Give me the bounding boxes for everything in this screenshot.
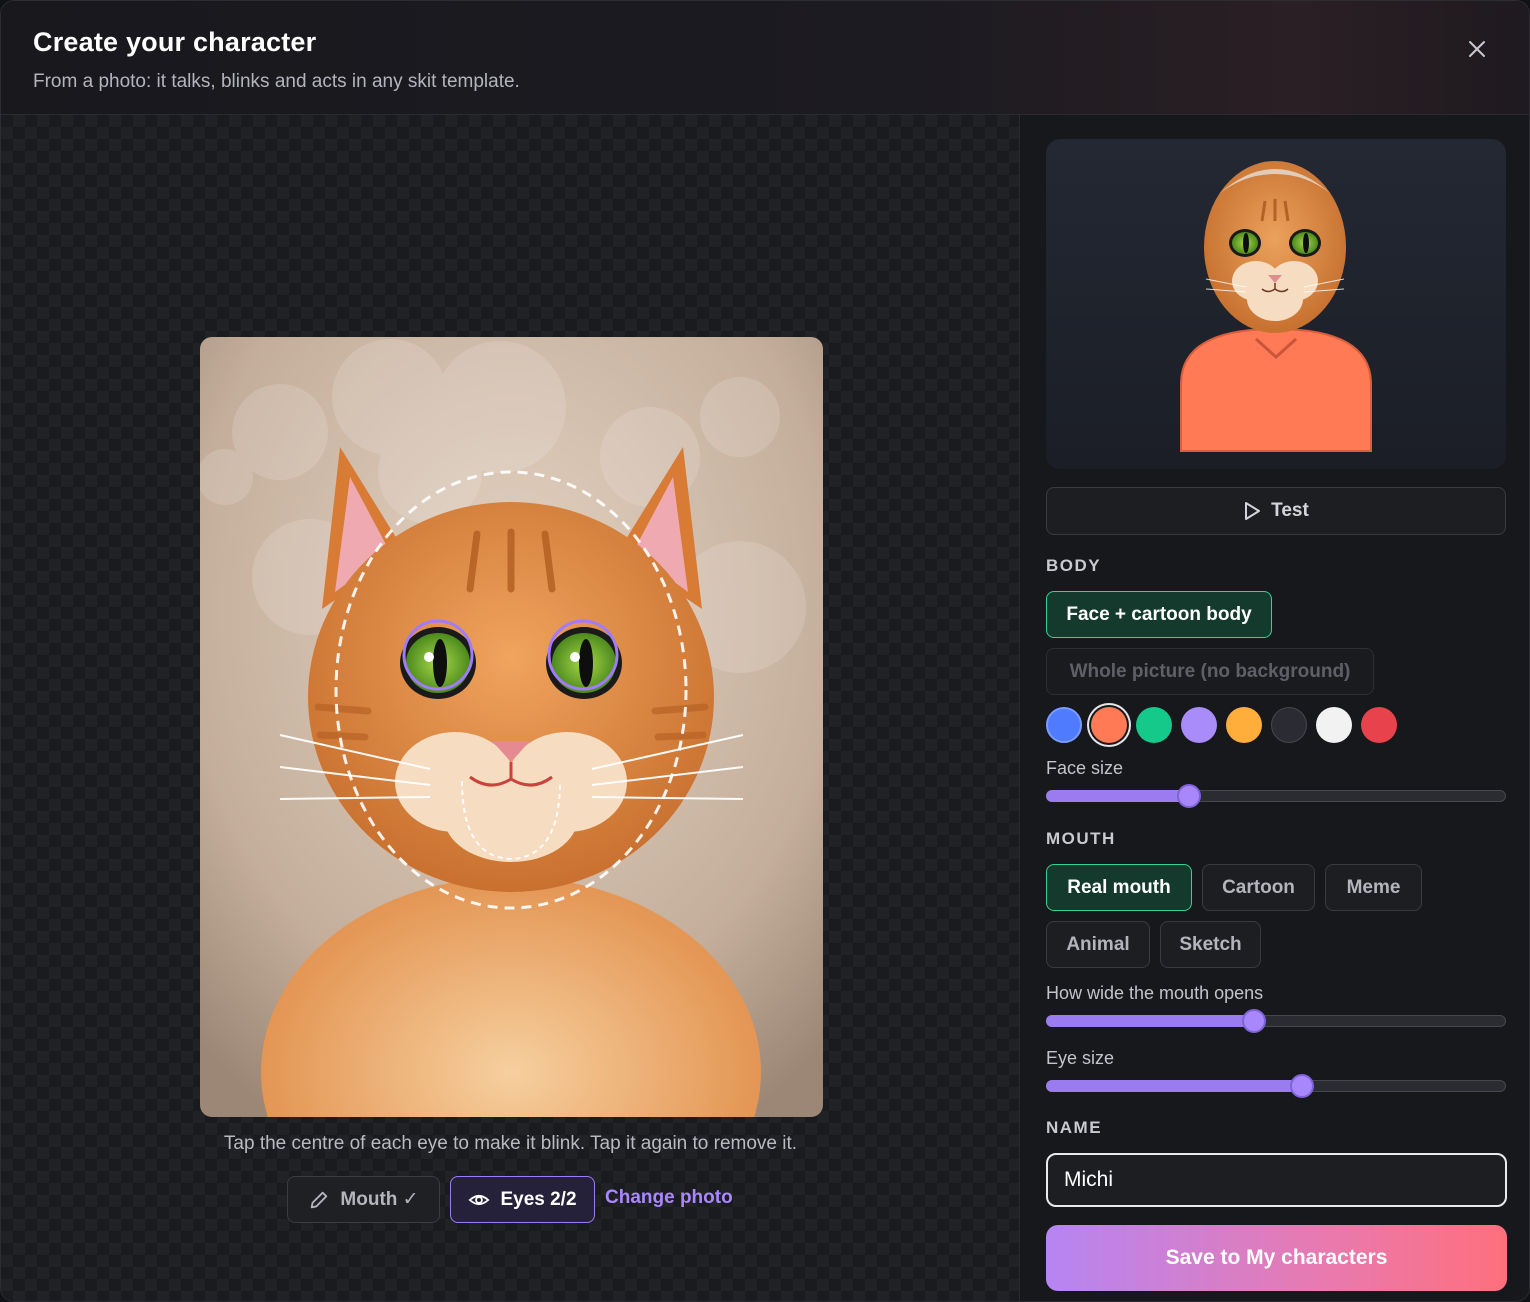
close-icon: [1469, 41, 1485, 57]
color-swatch-coral[interactable]: [1091, 707, 1127, 743]
eyes-tool-button[interactable]: Eyes 2/2: [450, 1176, 595, 1223]
right-eye-marker[interactable]: [546, 619, 622, 699]
mouth-option-real[interactable]: Real mouth: [1046, 864, 1192, 911]
mouth-option-sketch[interactable]: Sketch: [1160, 921, 1261, 968]
color-swatch-orange[interactable]: [1226, 707, 1262, 743]
mouth-option-animal[interactable]: Animal: [1046, 921, 1150, 968]
save-button[interactable]: Save to My characters: [1046, 1225, 1507, 1291]
create-character-dialog: Create your character From a photo: it t…: [0, 0, 1530, 1302]
change-photo-link[interactable]: Change photo: [605, 1187, 733, 1209]
mouth-open-label: How wide the mouth opens: [1046, 983, 1264, 1003]
name-section-label: NAME: [1046, 1118, 1103, 1137]
pencil-icon: [311, 1191, 328, 1208]
settings-panel: Test BODY Face + cartoon body Whole pict…: [1021, 115, 1529, 1301]
face-size-label: Face size: [1046, 758, 1124, 778]
eye-size-thumb[interactable]: [1290, 1074, 1315, 1098]
color-swatch-red[interactable]: [1361, 707, 1397, 743]
body-section-label: BODY: [1046, 556, 1102, 575]
test-button-label: Test: [1271, 500, 1309, 521]
cat-photo: [200, 337, 823, 1117]
mouth-option-cartoon[interactable]: Cartoon: [1202, 864, 1315, 911]
mouth-tool-label: Mouth ✓: [340, 1189, 419, 1210]
dialog-subtitle: From a photo: it talks, blinks and acts …: [33, 71, 520, 92]
face-size-slider[interactable]: [1046, 784, 1506, 808]
dialog-header: Create your character From a photo: it t…: [1, 1, 1529, 115]
eye-hint: Tap the centre of each eye to make it bl…: [223, 1133, 798, 1154]
preview-avatar: [1180, 161, 1372, 452]
color-swatch-purple[interactable]: [1181, 707, 1217, 743]
mouth-open-thumb[interactable]: [1242, 1009, 1267, 1033]
face-size-thumb[interactable]: [1176, 784, 1201, 808]
dialog-title: Create your character: [33, 27, 317, 57]
character-preview: [1046, 139, 1506, 469]
photo-editor: Tap the centre of each eye to make it bl…: [1, 115, 1020, 1301]
color-swatch-dark[interactable]: [1271, 707, 1307, 743]
close-button[interactable]: [1459, 31, 1495, 67]
play-icon: [1245, 502, 1261, 520]
color-swatch-white[interactable]: [1316, 707, 1352, 743]
body-option-face-cartoon[interactable]: Face + cartoon body: [1046, 591, 1272, 638]
photo-canvas[interactable]: [200, 337, 823, 1117]
body-option-whole-picture[interactable]: Whole picture (no background): [1046, 648, 1374, 695]
test-button[interactable]: Test: [1046, 487, 1506, 535]
color-swatch-green[interactable]: [1136, 707, 1172, 743]
mouth-option-meme[interactable]: Meme: [1325, 864, 1422, 911]
name-input[interactable]: [1046, 1153, 1507, 1207]
mouth-section-label: MOUTH: [1046, 829, 1116, 848]
mouth-tool-button[interactable]: Mouth ✓: [287, 1176, 440, 1223]
mouth-open-slider[interactable]: [1046, 1009, 1506, 1033]
eye-icon: [468, 1194, 490, 1205]
color-swatch-blue[interactable]: [1046, 707, 1082, 743]
eye-size-slider[interactable]: [1046, 1074, 1506, 1098]
eyes-tool-label: Eyes 2/2: [500, 1188, 577, 1210]
left-eye-marker[interactable]: [400, 619, 476, 699]
eye-size-label: Eye size: [1046, 1048, 1115, 1068]
